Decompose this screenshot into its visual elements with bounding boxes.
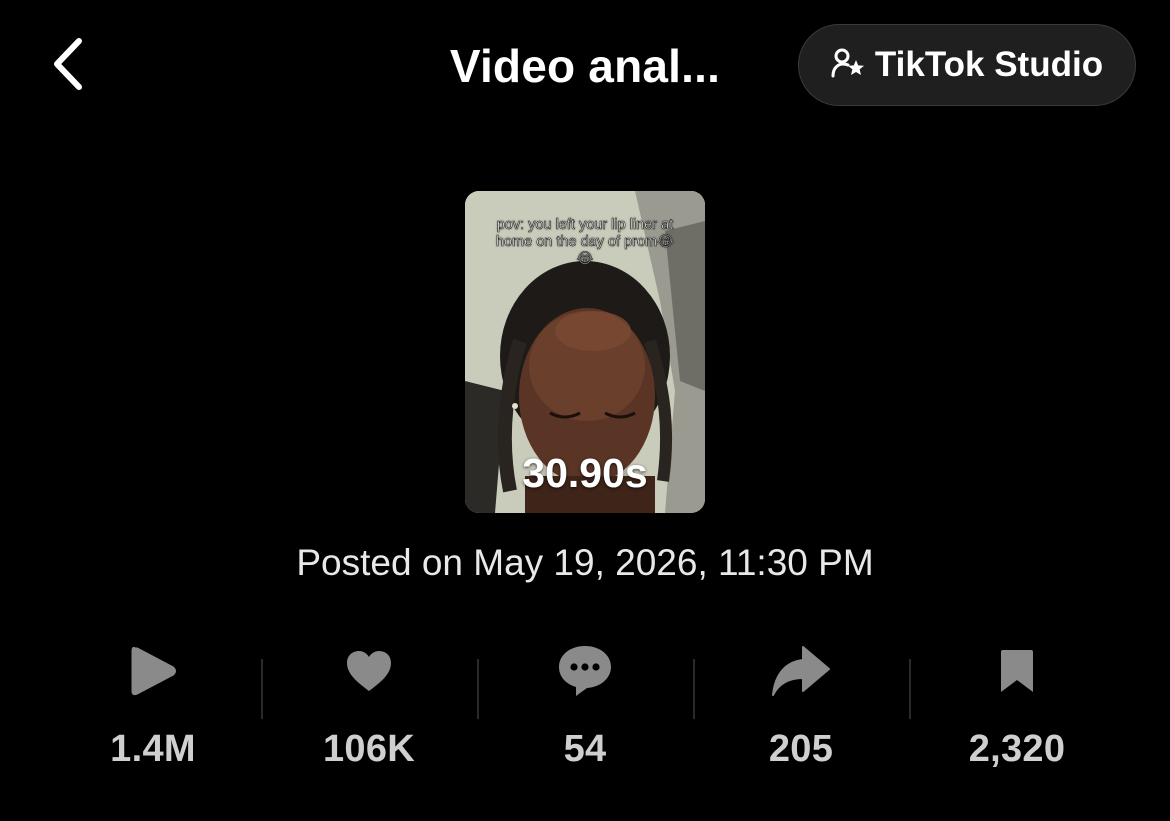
back-button[interactable] bbox=[38, 36, 98, 96]
share-icon bbox=[771, 636, 831, 706]
comments-count: 54 bbox=[563, 728, 607, 770]
comment-icon bbox=[557, 636, 613, 706]
video-caption: pov: you left your lip liner at home on … bbox=[495, 217, 675, 268]
stat-likes: 106K bbox=[261, 630, 477, 780]
stat-divider bbox=[261, 659, 263, 719]
shares-count: 205 bbox=[768, 728, 834, 770]
video-thumbnail[interactable]: pov: you left your lip liner at home on … bbox=[465, 191, 705, 513]
play-icon bbox=[129, 636, 177, 706]
stat-comments: 54 bbox=[477, 630, 693, 780]
stat-divider bbox=[477, 659, 479, 719]
video-analytics-screen: Video anal... TikTok Studio pov: you lef… bbox=[0, 0, 1170, 821]
stat-views: 1.4M bbox=[45, 630, 261, 780]
stat-divider bbox=[909, 659, 911, 719]
stat-shares: 205 bbox=[693, 630, 909, 780]
bookmark-icon bbox=[999, 636, 1035, 706]
stat-saves: 2,320 bbox=[909, 630, 1125, 780]
views-count: 1.4M bbox=[110, 728, 196, 770]
posted-date: Posted on May 19, 2026, 11:30 PM bbox=[296, 542, 874, 583]
tiktok-studio-button[interactable]: TikTok Studio bbox=[798, 24, 1136, 106]
heart-icon bbox=[345, 636, 393, 706]
user-star-icon bbox=[831, 47, 865, 84]
stat-divider bbox=[693, 659, 695, 719]
tiktok-studio-label: TikTok Studio bbox=[874, 45, 1104, 84]
saves-count: 2,320 bbox=[968, 728, 1066, 770]
stats-row: 1.4M 106K 54 205 2,320 bbox=[45, 630, 1125, 780]
likes-count: 106K bbox=[322, 728, 416, 770]
chevron-left-icon bbox=[51, 37, 85, 96]
page-title: Video anal... bbox=[449, 40, 721, 92]
